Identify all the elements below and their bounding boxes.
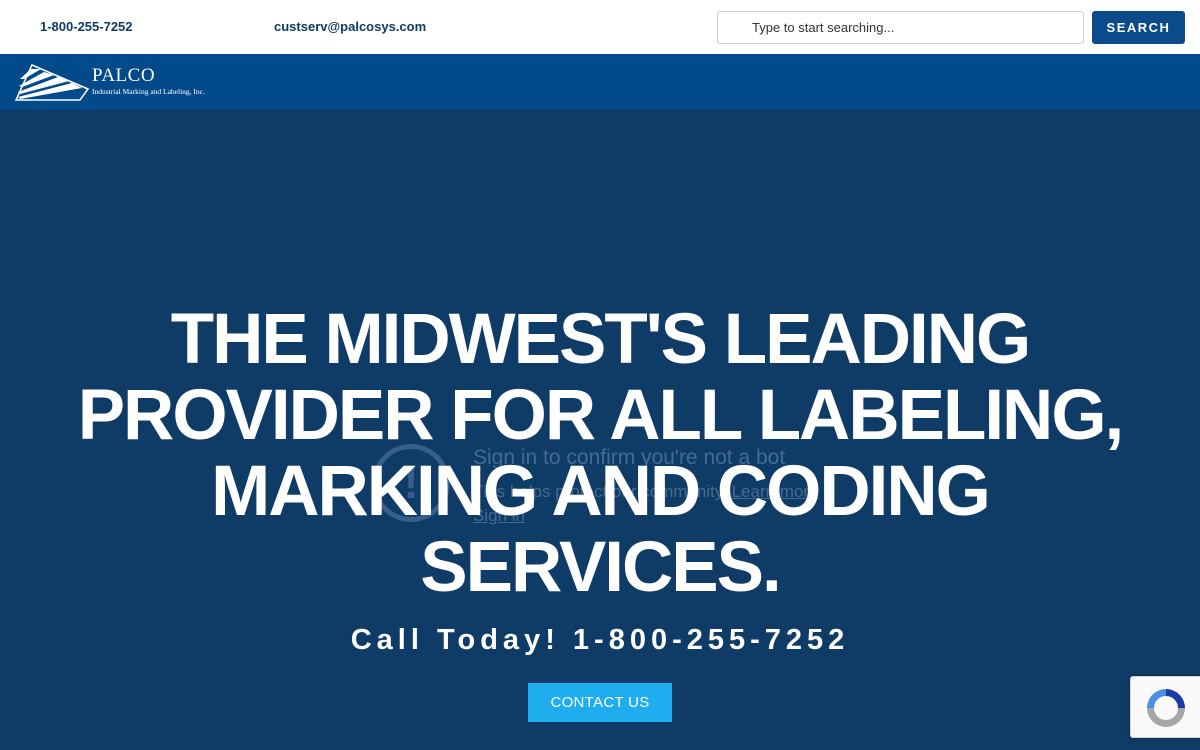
logo-mark-icon [14,64,90,101]
contact-us-button[interactable]: CONTACT US [528,683,672,722]
phone-link[interactable]: 1-800-255-7252 [40,19,133,34]
nav-bar: PALCO Industrial Marking and Labeling, I… [0,54,1200,110]
search-input[interactable] [717,11,1084,44]
hero-headline: THE MIDWEST'S LEADING PROVIDER FOR ALL L… [77,300,1125,607]
logo-tagline: Industrial Marking and Labeling, Inc. [92,87,205,96]
hero-section: ! Sign in to confirm you're not a bot Th… [0,110,1200,750]
email-link[interactable]: custserv@palcosys.com [274,19,426,34]
search-button[interactable]: SEARCH [1092,11,1185,44]
call-today-text: Call Today! 1-800-255-7252 [350,624,850,656]
recaptcha-badge[interactable] [1130,676,1200,738]
palco-logo[interactable]: PALCO Industrial Marking and Labeling, I… [14,63,205,103]
recaptcha-icon [1147,689,1185,727]
logo-name: PALCO [92,65,156,86]
top-bar: 1-800-255-7252 custserv@palcosys.com SEA… [0,0,1200,54]
